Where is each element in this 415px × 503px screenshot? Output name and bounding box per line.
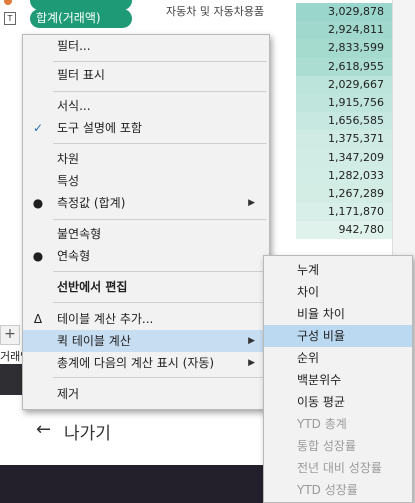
submenu-item-percent-difference[interactable]: 비율 차이: [264, 303, 412, 325]
submenu-item-label: 백분위수: [297, 373, 342, 387]
menu-item-label: 제거: [57, 387, 80, 401]
row-value[interactable]: 1,171,870: [296, 203, 392, 222]
submenu-item-label: 순위: [297, 351, 320, 365]
menu-separator: [53, 302, 267, 303]
submenu-item-label: 전년 대비 성장률: [297, 461, 382, 475]
menu-item-label: 필터 표시: [57, 68, 105, 82]
text-mark-icon: T: [4, 12, 16, 25]
submenu-arrow-icon: ▶: [248, 358, 255, 368]
submenu-item-percent-of-total[interactable]: 구성 비율: [264, 325, 412, 347]
menu-item-label: 테이블 계산 추가...: [57, 312, 154, 326]
measure-pill-sum-sales[interactable]: 합계(거래액): [30, 9, 132, 28]
submenu-item-label: 통합 성장률: [297, 439, 357, 453]
submenu-item-label: 비율 차이: [297, 307, 345, 321]
menu-item-label: 연속형: [57, 249, 91, 263]
submenu-item-difference[interactable]: 차이: [264, 281, 412, 303]
row-value[interactable]: 1,656,585: [296, 112, 392, 131]
menu-item-totals-calc[interactable]: 총계에 다음의 계산 표시 (자동) ▶: [23, 352, 269, 374]
menu-item-label: 서식...: [57, 99, 91, 113]
quick-table-calc-submenu: 누계 차이 비율 차이 구성 비율 순위 백분위수 이동 평균 YTD 총계 통…: [263, 255, 413, 503]
submenu-item-moving-average[interactable]: 이동 평균: [264, 391, 412, 413]
menu-item-format[interactable]: 서식...: [23, 95, 269, 117]
submenu-item-label: 차이: [297, 285, 320, 299]
menu-item-label: 측정값 (합계): [57, 196, 126, 210]
submenu-item-running-total[interactable]: 누계: [264, 259, 412, 281]
menu-separator: [53, 61, 267, 62]
row-value[interactable]: 1,282,033: [296, 166, 392, 185]
bottom-bar: [0, 465, 270, 503]
context-menu: 필터... 필터 표시 서식... ✓ 도구 설명에 포함 차원 특성 ● 측정…: [22, 34, 270, 410]
row-category: 자동차 및 자동차용품: [166, 5, 265, 18]
menu-item-label: 차원: [57, 152, 80, 166]
submenu-item-label: 구성 비율: [297, 329, 345, 343]
submenu-arrow-icon: ▶: [248, 198, 255, 208]
row-value[interactable]: 2,833,599: [296, 39, 392, 58]
color-dot-icon: [4, 0, 12, 5]
submenu-item-label: 이동 평균: [297, 395, 345, 409]
row-value[interactable]: 3,029,878: [296, 3, 392, 22]
menu-item-add-table-calc[interactable]: Δ 테이블 계산 추가...: [23, 308, 269, 330]
row-value[interactable]: 1,267,289: [296, 184, 392, 204]
row-value[interactable]: 942,780: [296, 221, 392, 240]
menu-item-continuous[interactable]: ● 연속형: [23, 245, 269, 267]
pill-label: 합계(거래액): [36, 11, 101, 25]
menu-separator: [53, 377, 267, 378]
menu-item-filter[interactable]: 필터...: [23, 35, 269, 57]
checkmark-icon: ✓: [32, 121, 44, 135]
submenu-item-yoy-growth[interactable]: 전년 대비 성장률: [264, 457, 412, 479]
row-value[interactable]: 1,347,209: [296, 148, 392, 167]
submenu-item-compound-growth[interactable]: 통합 성장률: [264, 435, 412, 457]
submenu-item-ytd-total[interactable]: YTD 총계: [264, 413, 412, 435]
menu-item-measure-sum[interactable]: ● 측정값 (합계) ▶: [23, 192, 269, 214]
menu-item-quick-table-calc[interactable]: 퀵 테이블 계산 ▶: [23, 330, 269, 352]
table-row: 자동차 및 자동차용품 3,029,878: [150, 3, 415, 22]
submenu-item-label: YTD 총계: [297, 417, 347, 431]
menu-item-label: 특성: [57, 174, 80, 188]
submenu-item-rank[interactable]: 순위: [264, 347, 412, 369]
menu-separator: [53, 271, 267, 272]
menu-item-label: 퀵 테이블 계산: [57, 334, 131, 348]
row-value[interactable]: 1,375,371: [296, 130, 392, 149]
submenu-item-ytd-growth[interactable]: YTD 성장률: [264, 479, 412, 501]
submenu-item-label: YTD 성장률: [297, 483, 358, 497]
back-arrow-icon[interactable]: ←: [36, 419, 51, 440]
menu-item-label: 필터...: [57, 39, 91, 53]
menu-item-label: 도구 설명에 포함: [57, 121, 142, 135]
menu-item-label: 선반에서 편집: [57, 280, 128, 294]
bullet-icon: ●: [32, 249, 44, 263]
submenu-item-percentile[interactable]: 백분위수: [264, 369, 412, 391]
submenu-arrow-icon: ▶: [248, 336, 255, 346]
bullet-icon: ●: [32, 196, 44, 210]
menu-item-show-filter[interactable]: 필터 표시: [23, 64, 269, 86]
submenu-item-label: 누계: [297, 263, 320, 277]
add-sheet-button[interactable]: +: [0, 325, 20, 345]
menu-item-dimension[interactable]: 차원: [23, 148, 269, 170]
menu-item-include-in-tooltip[interactable]: ✓ 도구 설명에 포함: [23, 117, 269, 139]
menu-separator: [53, 219, 267, 220]
row-value[interactable]: 2,924,811: [296, 21, 392, 40]
row-value[interactable]: 2,618,955: [296, 57, 392, 76]
menu-item-label: 불연속형: [57, 227, 102, 241]
menu-separator: [53, 91, 267, 92]
menu-item-edit-in-shelf[interactable]: 선반에서 편집: [23, 276, 269, 298]
menu-item-remove[interactable]: 제거: [23, 383, 269, 405]
row-value[interactable]: 2,029,667: [296, 75, 392, 94]
menu-item-discrete[interactable]: 불연속형: [23, 223, 269, 245]
exit-button[interactable]: 나가기: [64, 419, 111, 444]
menu-item-label: 총계에 다음의 계산 표시 (자동): [57, 356, 215, 370]
menu-item-attribute[interactable]: 특성: [23, 170, 269, 192]
delta-icon: Δ: [33, 312, 43, 326]
menu-separator: [53, 143, 267, 144]
row-value[interactable]: 1,915,756: [296, 93, 392, 113]
